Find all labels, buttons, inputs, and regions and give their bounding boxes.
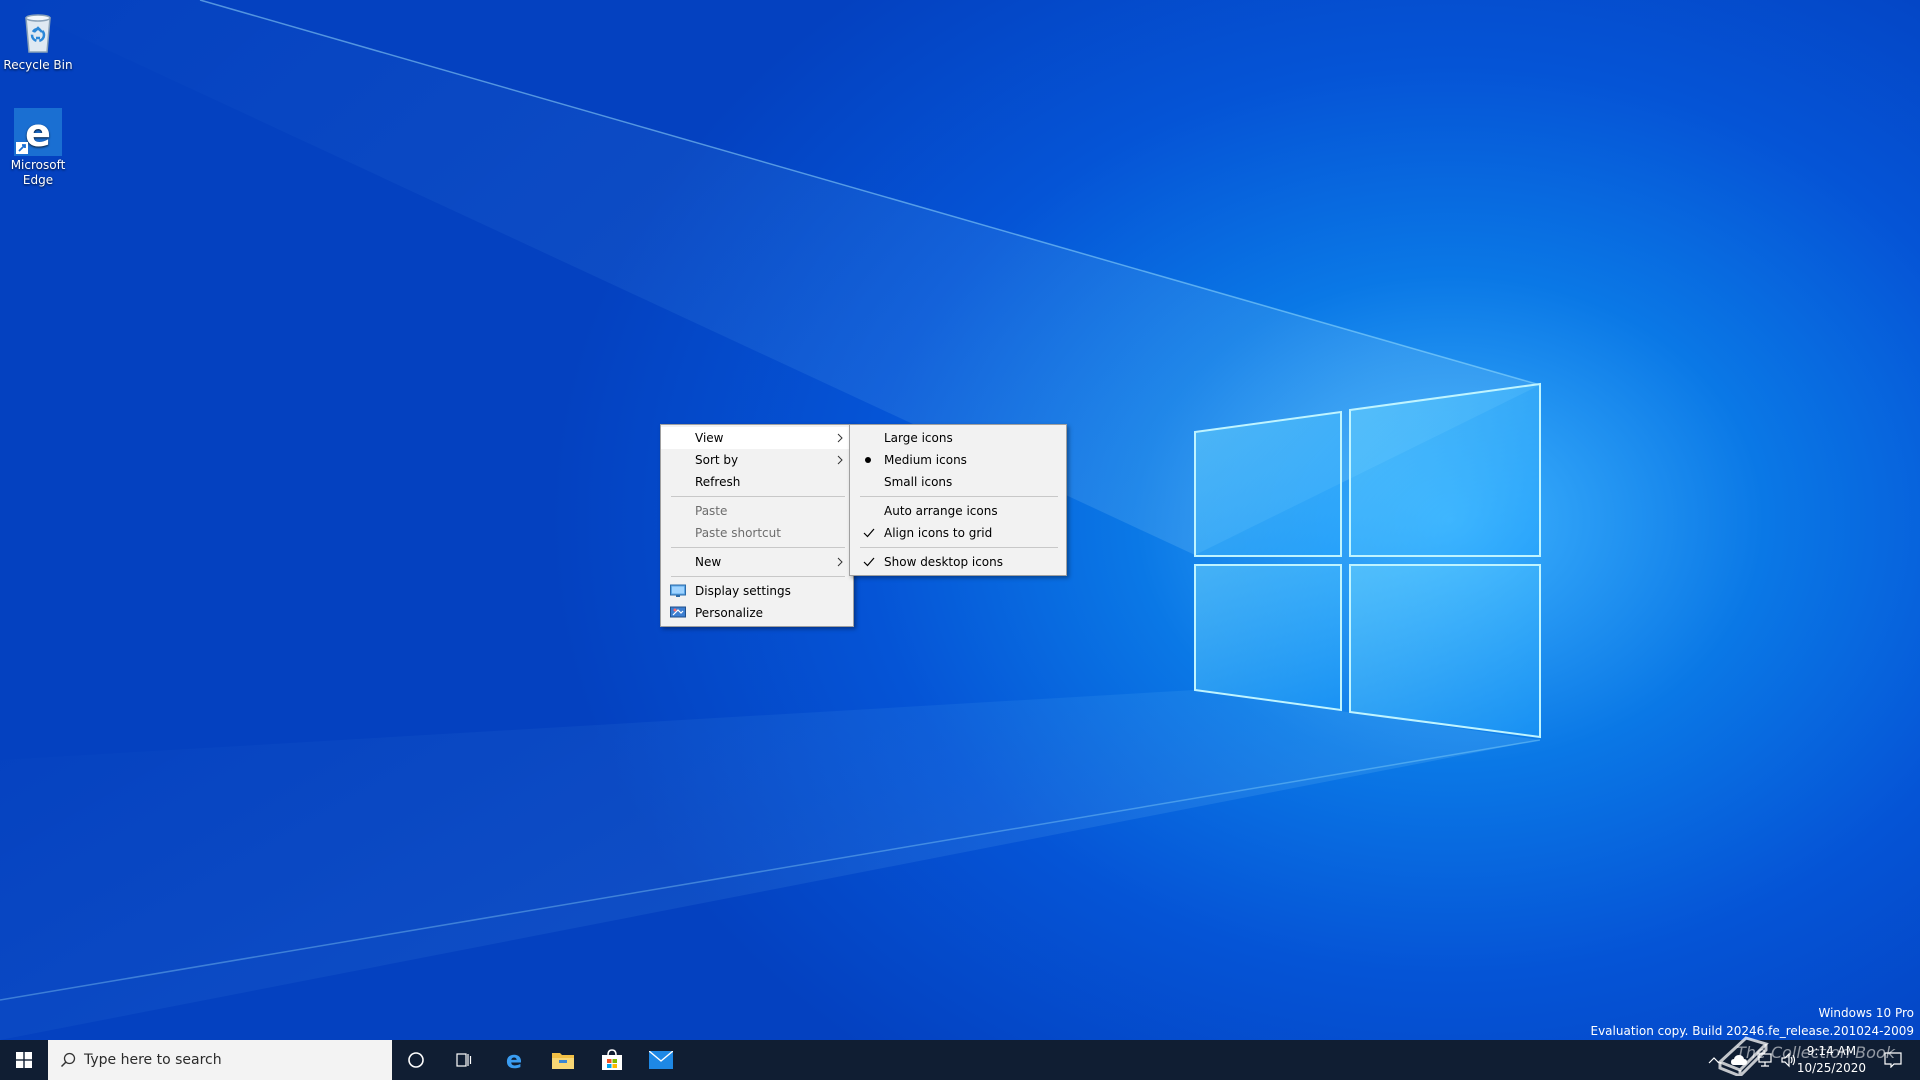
menu-item-label: Sort by <box>695 453 739 467</box>
menu-item-label: Auto arrange icons <box>884 504 998 518</box>
menu-item-align-icons-to-grid[interactable]: Align icons to grid <box>850 522 1066 544</box>
menu-item-small-icons[interactable]: Small icons <box>850 471 1066 493</box>
radio-bullet-icon <box>865 457 871 463</box>
taskbar-file-explorer-button[interactable] <box>539 1040 587 1080</box>
task-view-button[interactable] <box>440 1040 488 1080</box>
checkmark-icon <box>863 557 875 567</box>
start-button[interactable] <box>0 1040 48 1080</box>
taskbar-edge-button[interactable]: e <box>490 1040 538 1080</box>
menu-item-medium-icons[interactable]: Medium icons <box>850 449 1066 471</box>
brand-overlay-text: The Collection Book <box>1736 1043 1895 1062</box>
taskbar-search-box[interactable]: Type here to search <box>48 1040 392 1080</box>
menu-item-label: Personalize <box>695 606 764 620</box>
menu-item-label: Medium icons <box>884 453 967 467</box>
view-submenu: Large icons Medium icons Small icons Aut… <box>849 424 1067 576</box>
menu-item-sort-by[interactable]: Sort by <box>661 449 853 471</box>
menu-item-label: View <box>695 431 724 445</box>
menu-item-auto-arrange-icons[interactable]: Auto arrange icons <box>850 500 1066 522</box>
clock-date: 10/25/2020 <box>1796 1061 1866 1075</box>
chevron-right-icon <box>837 455 843 465</box>
menu-item-label: Display settings <box>695 584 791 598</box>
taskbar-store-button[interactable] <box>588 1040 636 1080</box>
task-view-icon <box>456 1053 472 1067</box>
search-icon <box>60 1052 76 1068</box>
windows-logo-icon <box>16 1052 32 1068</box>
menu-separator <box>860 496 1058 497</box>
menu-item-view[interactable]: View <box>661 427 853 449</box>
menu-item-label: Refresh <box>695 475 741 489</box>
chevron-right-icon <box>837 433 843 443</box>
edge-icon: e <box>506 1048 522 1072</box>
taskbar: Type here to search e 9:14 AM 10/25/2020 <box>0 1040 1920 1080</box>
cortana-button[interactable] <box>392 1040 440 1080</box>
cortana-icon <box>408 1052 424 1068</box>
personalize-icon <box>670 606 686 618</box>
menu-item-show-desktop-icons[interactable]: Show desktop icons <box>850 551 1066 573</box>
menu-item-label: New <box>695 555 722 569</box>
desktop-icon-recycle-bin[interactable]: Recycle Bin <box>0 4 76 73</box>
file-explorer-icon <box>552 1053 574 1069</box>
display-icon <box>670 584 686 597</box>
search-placeholder: Type here to search <box>84 1052 222 1068</box>
menu-separator <box>671 547 845 548</box>
menu-item-label: Paste shortcut <box>695 526 781 540</box>
menu-item-personalize[interactable]: Personalize <box>661 602 853 624</box>
edge-icon: e <box>14 108 62 156</box>
store-icon <box>602 1049 622 1070</box>
chevron-right-icon <box>837 557 843 567</box>
menu-item-label: Show desktop icons <box>884 555 1004 569</box>
desktop-icon-microsoft-edge[interactable]: e Microsoft Edge <box>0 104 76 188</box>
menu-item-large-icons[interactable]: Large icons <box>850 427 1066 449</box>
menu-separator <box>671 576 845 577</box>
menu-item-label: Paste <box>695 504 728 518</box>
menu-item-new[interactable]: New <box>661 551 853 573</box>
menu-item-display-settings[interactable]: Display settings <box>661 580 853 602</box>
menu-separator <box>860 547 1058 548</box>
edition-watermark: Windows 10 Pro <box>1818 1006 1914 1020</box>
taskbar-mail-button[interactable] <box>637 1040 685 1080</box>
svg-text:e: e <box>25 111 51 155</box>
menu-item-label: Small icons <box>884 475 953 489</box>
menu-item-paste[interactable]: Paste <box>661 500 853 522</box>
desktop-context-menu: View Sort by Refresh Paste Paste shortcu… <box>660 424 854 627</box>
mail-icon <box>649 1051 673 1069</box>
svg-text:e: e <box>506 1048 522 1072</box>
menu-item-paste-shortcut[interactable]: Paste shortcut <box>661 522 853 544</box>
menu-item-label: Align icons to grid <box>884 526 993 540</box>
desktop-icon-label: Microsoft Edge <box>10 158 66 187</box>
menu-separator <box>671 496 845 497</box>
desktop-icon-label: Recycle Bin <box>3 58 73 72</box>
menu-item-label: Large icons <box>884 431 953 445</box>
checkmark-icon <box>863 528 875 538</box>
menu-item-refresh[interactable]: Refresh <box>661 471 853 493</box>
recycle-bin-icon <box>14 8 62 56</box>
